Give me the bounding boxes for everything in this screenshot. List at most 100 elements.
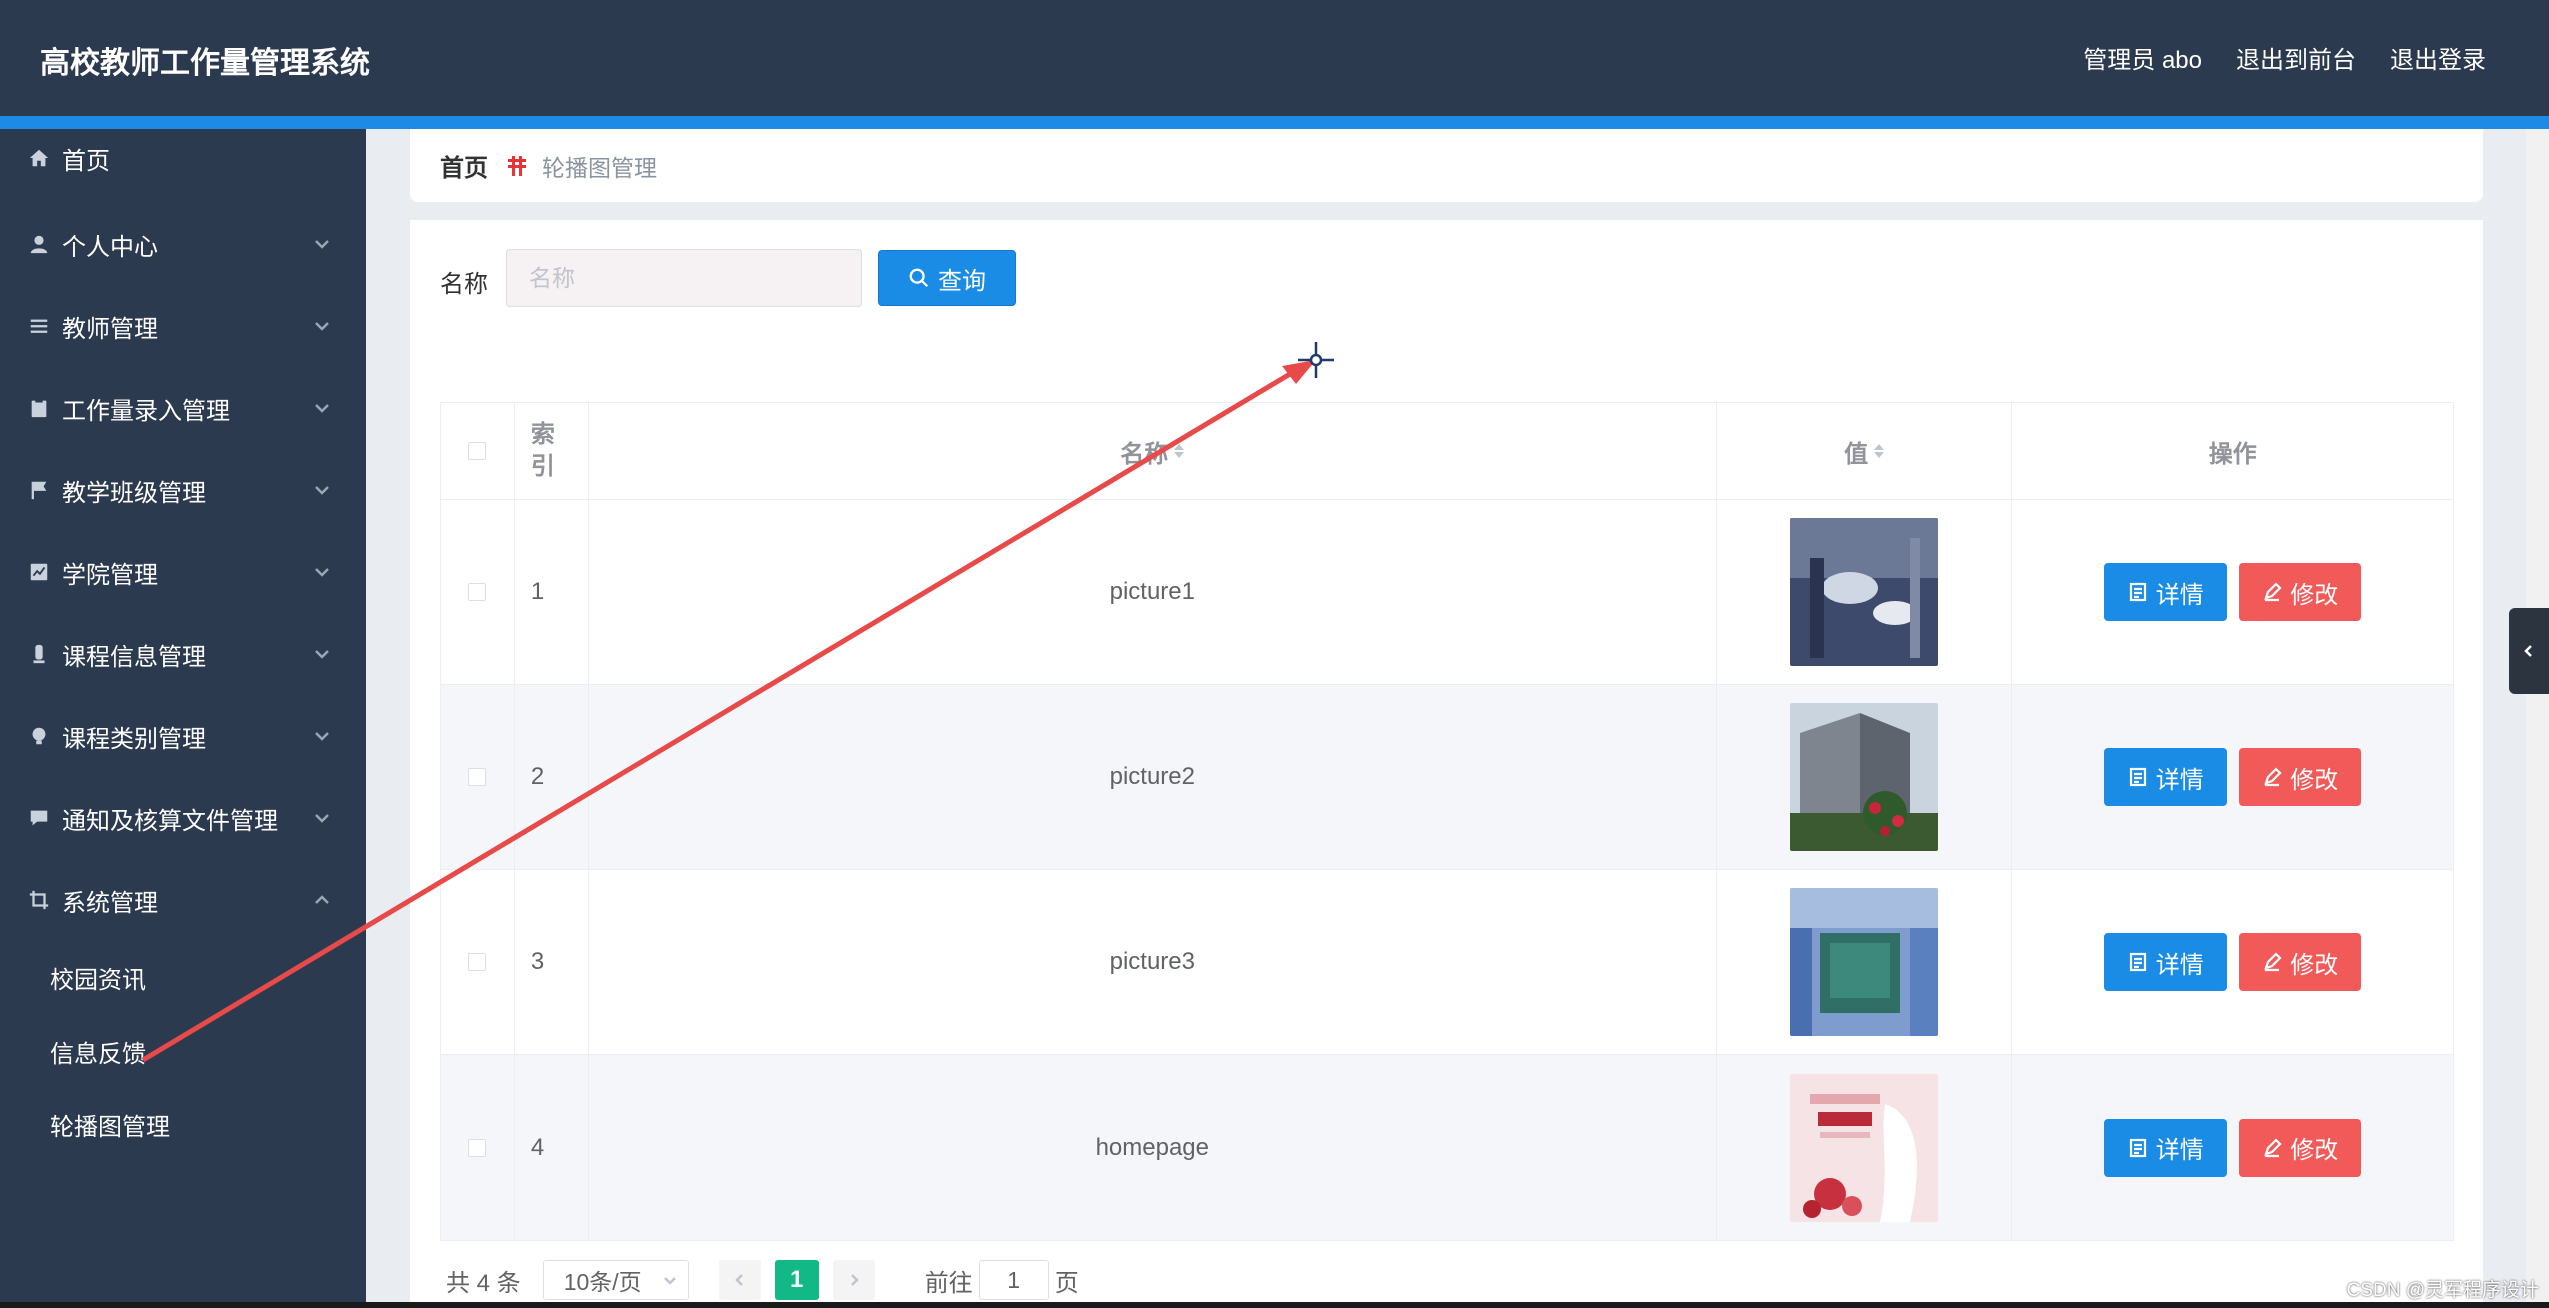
row-checkbox[interactable] [468, 1138, 487, 1157]
chevron-down-icon [312, 233, 332, 253]
pagination: 共 4 条 10条/页 1 前往 页 [446, 1260, 1079, 1300]
bottom-edge [0, 1302, 2549, 1308]
sidebar-item-teachers[interactable]: 教师管理 [0, 291, 366, 361]
edit-icon [2264, 1137, 2282, 1157]
table-row: 1 picture1 详情 修改 [441, 500, 2453, 685]
sidebar-item-label: 通知及核算文件管理 [62, 807, 278, 835]
page-scrollbar[interactable] [2526, 129, 2549, 1308]
chevron-left-icon [2524, 645, 2532, 657]
sidebar-item-system[interactable]: 系统管理 [0, 865, 366, 935]
sidebar-item-course-type[interactable]: 课程类别管理 [0, 701, 366, 771]
row-index: 4 [515, 1055, 589, 1240]
goto-suffix: 页 [1054, 1269, 1079, 1297]
chevron-down-icon [312, 807, 332, 827]
search-icon [909, 268, 929, 288]
chevron-right-icon [850, 1274, 859, 1286]
breadcrumb-separator-icon [504, 153, 530, 179]
tube-icon [26, 641, 52, 667]
collapse-panel-tab[interactable] [2509, 608, 2549, 694]
sidebar-item-label: 课程信息管理 [62, 643, 206, 671]
edit-button[interactable]: 修改 [2239, 1118, 2362, 1177]
admin-user-label[interactable]: 管理员 abo [2083, 40, 2202, 75]
sidebar-item-label: 个人中心 [62, 233, 158, 261]
clipboard-icon [26, 395, 52, 421]
page-number-button[interactable]: 1 [774, 1260, 819, 1300]
sidebar-item-label: 教学班级管理 [62, 479, 206, 507]
edit-button[interactable]: 修改 [2239, 933, 2362, 991]
crop-icon [26, 887, 52, 913]
chevron-down-icon [312, 643, 332, 663]
table-row: 4 homepage 详情 修改 [441, 1055, 2453, 1240]
breadcrumb: 首页 轮播图管理 [410, 129, 2483, 202]
row-checkbox[interactable] [468, 953, 487, 971]
chevron-up-icon [312, 889, 332, 909]
sidebar-item-label: 学院管理 [62, 561, 158, 589]
column-header-value[interactable]: 值 [1717, 403, 2013, 499]
sidebar-subitem-carousel[interactable]: 轮播图管理 [50, 1099, 170, 1149]
row-index: 3 [515, 870, 589, 1054]
sidebar-item-personal[interactable]: 个人中心 [0, 209, 366, 279]
select-all-checkbox[interactable] [468, 442, 487, 460]
sidebar-subitem-feedback[interactable]: 信息反馈 [50, 1026, 146, 1076]
main-panel: 名称 查询 索引 名称 值 操作 1 picture1 [410, 220, 2483, 1308]
chevron-down-icon [663, 1277, 676, 1285]
row-index: 1 [515, 500, 589, 684]
search-button[interactable]: 查询 [878, 250, 1016, 306]
chevron-down-icon [312, 397, 332, 417]
top-header: 高校教师工作量管理系统 管理员 abo 退出到前台 退出登录 [0, 0, 2549, 116]
breadcrumb-home[interactable]: 首页 [440, 148, 488, 183]
sidebar-item-college[interactable]: 学院管理 [0, 537, 366, 607]
chart-icon [26, 559, 52, 585]
logout-link[interactable]: 退出登录 [2390, 40, 2486, 75]
sidebar-item-classes[interactable]: 教学班级管理 [0, 455, 366, 525]
edit-icon [2264, 952, 2282, 972]
goto-page-input[interactable] [978, 1260, 1049, 1300]
home-icon [26, 145, 52, 171]
page-size-select[interactable]: 10条/页 [542, 1260, 689, 1300]
edit-button[interactable]: 修改 [2239, 748, 2362, 806]
search-input[interactable] [506, 249, 862, 307]
sort-icon[interactable] [1874, 444, 1885, 458]
search-button-label: 查询 [938, 267, 986, 295]
row-name: picture2 [589, 685, 1717, 869]
list-icon [26, 313, 52, 339]
row-checkbox[interactable] [468, 768, 487, 786]
bulb-icon [26, 723, 52, 749]
detail-button[interactable]: 详情 [2104, 748, 2228, 806]
detail-button[interactable]: 详情 [2104, 933, 2228, 991]
carousel-thumbnail[interactable] [1790, 1073, 1939, 1222]
pagination-total: 共 4 条 [446, 1269, 521, 1297]
edit-icon [2264, 767, 2282, 787]
carousel-thumbnail[interactable] [1790, 703, 1939, 851]
sidebar: 首页 个人中心 教师管理 工作量录入管理 教学班级管理 学院管理 课程信息管理 … [0, 129, 366, 1308]
chevron-down-icon [312, 725, 332, 745]
row-name: homepage [589, 1055, 1717, 1240]
sidebar-item-notices[interactable]: 通知及核算文件管理 [0, 783, 366, 853]
detail-button[interactable]: 详情 [2104, 563, 2228, 621]
document-icon [2129, 952, 2146, 972]
chevron-down-icon [312, 561, 332, 581]
sidebar-subitem-campus-news[interactable]: 校园资讯 [50, 952, 146, 1002]
breadcrumb-current: 轮播图管理 [542, 154, 657, 181]
edit-button[interactable]: 修改 [2239, 563, 2362, 621]
row-checkbox[interactable] [468, 583, 487, 601]
document-icon [2129, 767, 2146, 787]
carousel-thumbnail[interactable] [1790, 518, 1939, 666]
sidebar-item-home[interactable]: 首页 [0, 129, 366, 187]
next-page-button[interactable] [832, 1260, 875, 1300]
search-label: 名称 [440, 271, 488, 298]
flag-icon [26, 477, 52, 503]
sidebar-item-label: 工作量录入管理 [62, 397, 230, 425]
detail-button[interactable]: 详情 [2104, 1118, 2228, 1177]
sidebar-item-workload[interactable]: 工作量录入管理 [0, 373, 366, 443]
column-header-name[interactable]: 名称 [589, 403, 1717, 499]
sidebar-item-label: 课程类别管理 [62, 725, 206, 753]
exit-to-front-link[interactable]: 退出到前台 [2236, 40, 2356, 75]
watermark: CSDN @灵军程序设计 [2346, 1280, 2539, 1301]
sidebar-item-label: 首页 [62, 147, 110, 175]
sidebar-item-course-info[interactable]: 课程信息管理 [0, 619, 366, 689]
chevron-left-icon [734, 1274, 743, 1286]
prev-page-button[interactable] [718, 1260, 761, 1300]
carousel-thumbnail[interactable] [1790, 888, 1939, 1036]
sort-icon[interactable] [1174, 444, 1185, 458]
